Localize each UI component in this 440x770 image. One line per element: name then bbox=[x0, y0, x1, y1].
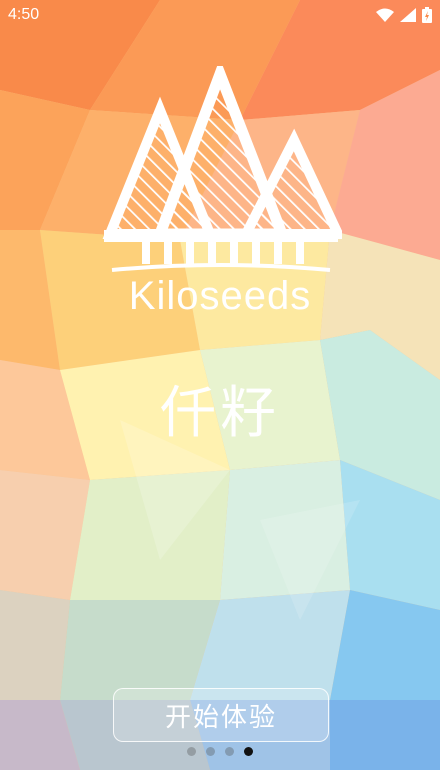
mountains-logo-icon bbox=[102, 66, 342, 272]
signal-icon bbox=[400, 8, 416, 22]
wifi-icon bbox=[376, 8, 394, 22]
onboarding-screen: 4:50 Kiloseeds 仟籽 开始体验 bbox=[0, 0, 440, 770]
battery-icon bbox=[422, 7, 432, 23]
status-icons bbox=[376, 7, 432, 23]
page-dot[interactable] bbox=[225, 747, 234, 756]
page-dot[interactable] bbox=[206, 747, 215, 756]
page-dot-active[interactable] bbox=[244, 747, 253, 756]
page-indicator bbox=[0, 747, 440, 756]
page-dot[interactable] bbox=[187, 747, 196, 756]
status-time: 4:50 bbox=[8, 6, 40, 23]
brand-chinese-name: 仟籽 bbox=[160, 381, 280, 446]
status-bar: 4:50 bbox=[0, 0, 440, 30]
start-experience-button[interactable]: 开始体验 bbox=[113, 688, 329, 742]
brand-name: Kiloseeds bbox=[128, 274, 312, 318]
